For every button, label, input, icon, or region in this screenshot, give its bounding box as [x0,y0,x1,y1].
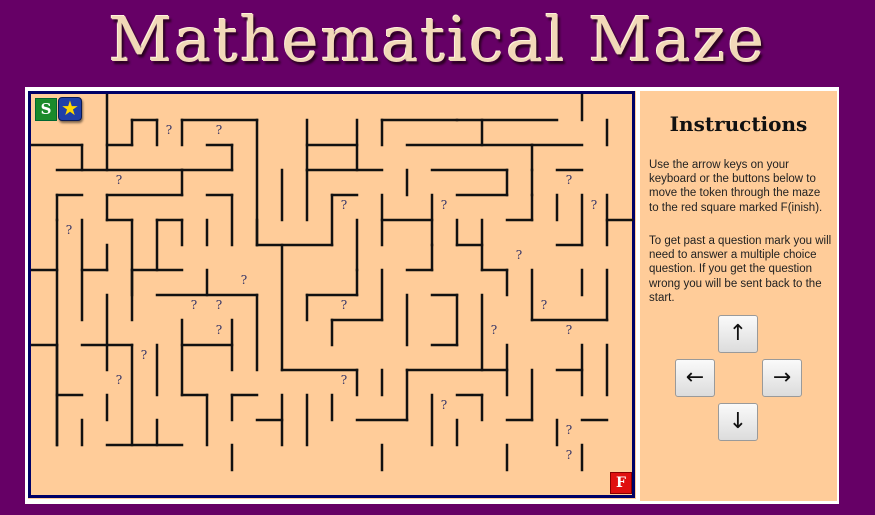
question-mark: ? [565,423,573,437]
question-mark: ? [490,323,498,337]
question-mark: ? [340,298,348,312]
question-mark: ? [340,373,348,387]
question-mark: ? [540,298,548,312]
player-token-star-icon[interactable]: ★ [58,97,82,121]
finish-badge: F [610,472,632,494]
arrow-down-button[interactable]: ↓ [718,403,758,441]
maze-board: ??????????????????????? S ★ F [28,91,636,499]
question-mark: ? [565,448,573,462]
page-title: Mathematical Maze [108,3,767,76]
arrow-left-button[interactable]: ← [675,359,715,397]
question-mark: ? [240,273,248,287]
question-mark: ? [440,398,448,412]
question-mark: ? [115,173,123,187]
question-mark: ? [565,323,573,337]
question-mark: ? [190,298,198,312]
instructions-panel: Instructions Use the arrow keys on your … [640,91,837,501]
question-mark: ? [440,198,448,212]
arrow-right-button[interactable]: → [762,359,802,397]
question-mark: ? [215,123,223,137]
question-mark: ? [215,298,223,312]
question-mark: ? [565,173,573,187]
start-badge: S [35,98,57,121]
question-mark: ? [515,248,523,262]
arrow-up-button[interactable]: ↑ [718,315,758,353]
instructions-paragraph-questions: To get past a question mark you will nee… [649,235,832,304]
question-mark: ? [115,373,123,387]
maze-walls [28,91,635,498]
question-mark: ? [65,223,73,237]
question-mark: ? [140,348,148,362]
question-mark: ? [215,323,223,337]
question-mark: ? [340,198,348,212]
question-mark: ? [165,123,173,137]
question-mark: ? [590,198,598,212]
instructions-paragraph-controls: Use the arrow keys on your keyboard or t… [649,159,823,214]
instructions-title: Instructions [669,112,808,136]
